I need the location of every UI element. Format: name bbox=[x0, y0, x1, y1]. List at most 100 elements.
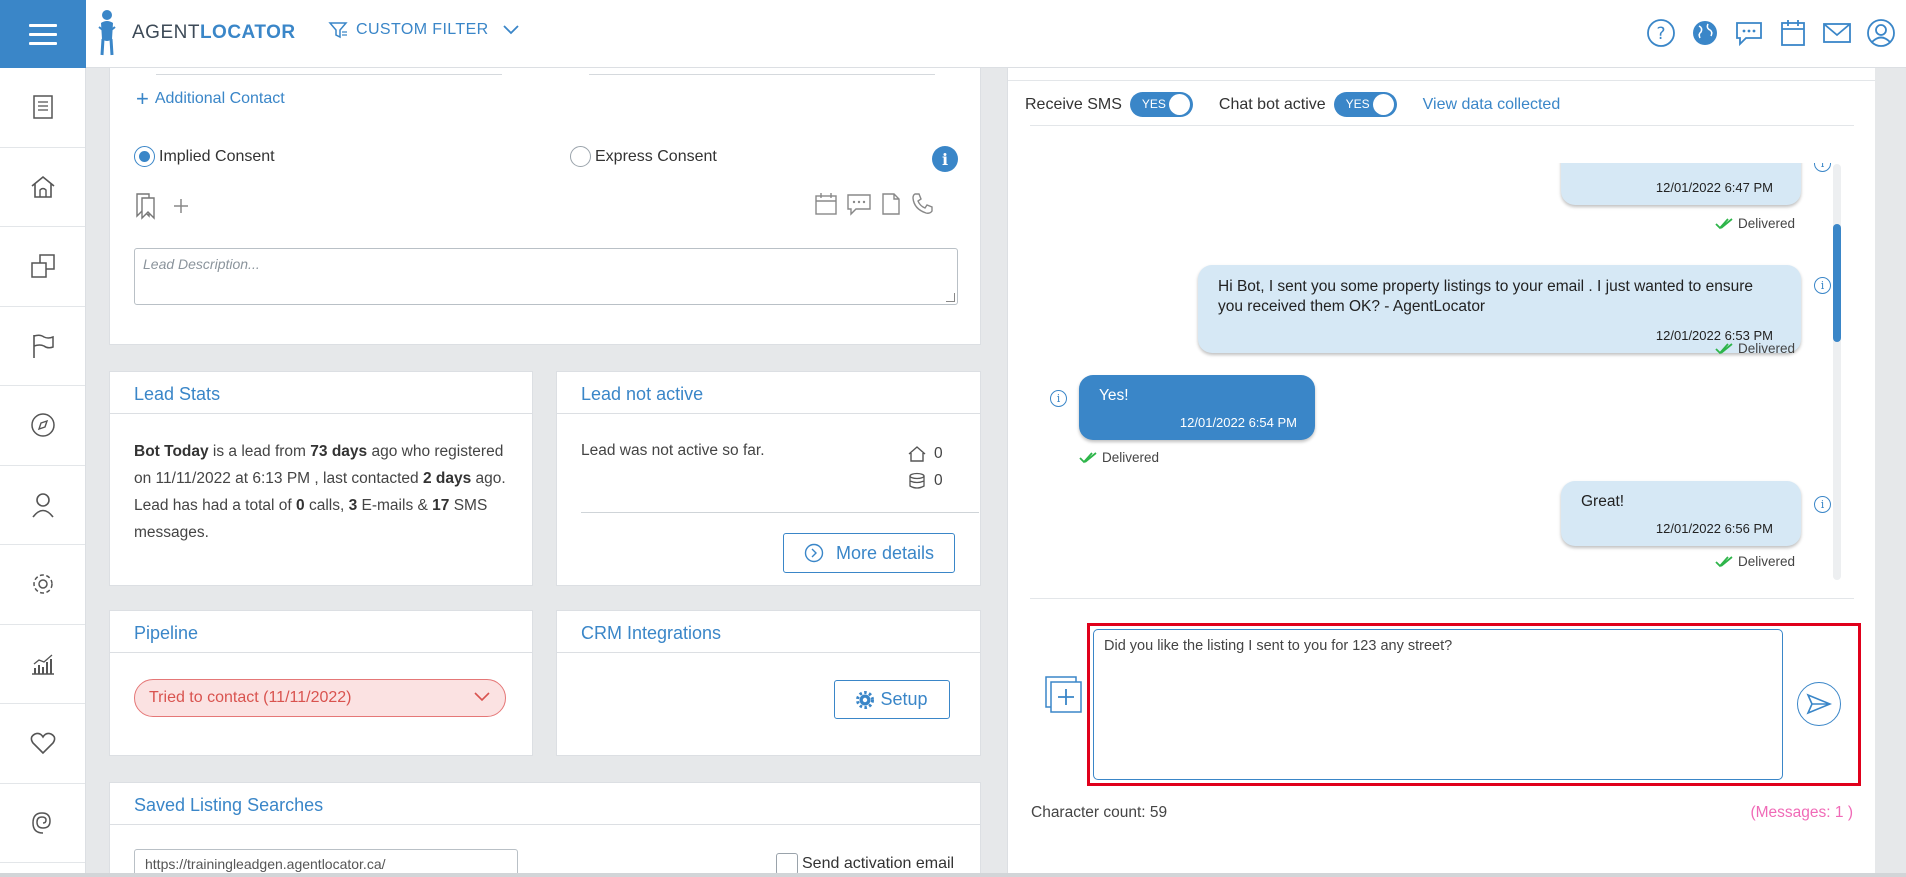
double-check-icon bbox=[1079, 451, 1097, 463]
custom-filter-label: CUSTOM FILTER bbox=[356, 21, 489, 38]
lead-stats-panel: Lead Stats Bot Today is a lead from 73 d… bbox=[109, 371, 533, 586]
attach-button[interactable] bbox=[1044, 675, 1084, 719]
sidebar-item-more[interactable] bbox=[0, 784, 85, 863]
plus-icon[interactable] bbox=[172, 197, 190, 215]
sidebar-item-documents[interactable] bbox=[0, 68, 85, 148]
delivered-status: Delivered bbox=[1715, 554, 1795, 569]
chat-settings-row: Receive SMS YES Chat bot active YES View… bbox=[1025, 92, 1560, 117]
tag-actions bbox=[134, 192, 190, 220]
chat-icon[interactable] bbox=[1734, 16, 1764, 50]
sms-chat-panel: Receive SMS YES Chat bot active YES View… bbox=[1007, 68, 1876, 877]
chat-bot-toggle[interactable]: YES bbox=[1333, 92, 1397, 117]
message-info-icon[interactable]: i bbox=[1814, 163, 1831, 172]
house-count: 0 bbox=[934, 445, 943, 462]
copy-icon bbox=[30, 254, 55, 278]
bottom-strip bbox=[0, 873, 1906, 877]
pipeline-stage-select[interactable]: Tried to contact (11/11/2022) bbox=[134, 679, 506, 717]
message-compose-input[interactable]: Did you like the listing I sent to you f… bbox=[1093, 629, 1783, 780]
divider bbox=[1030, 125, 1854, 126]
double-check-icon bbox=[1715, 217, 1733, 229]
divider bbox=[1008, 80, 1876, 81]
sidebar-item-explore[interactable] bbox=[0, 386, 85, 466]
calendar-icon[interactable] bbox=[814, 192, 838, 216]
message-bubble-outgoing: Hi Bot, I sent you some property listing… bbox=[1198, 265, 1801, 353]
sidebar-item-settings[interactable] bbox=[0, 545, 85, 625]
sms-icon[interactable] bbox=[846, 192, 872, 216]
checkbox-icon bbox=[776, 853, 798, 875]
send-button[interactable] bbox=[1797, 682, 1841, 726]
database-icon bbox=[909, 472, 925, 489]
file-icon[interactable] bbox=[880, 192, 902, 216]
sidebar-item-analytics[interactable] bbox=[0, 625, 85, 704]
pipeline-panel: Pipeline Tried to contact (11/11/2022) bbox=[109, 610, 533, 756]
svg-text:?: ? bbox=[1656, 24, 1665, 44]
scrollbar-thumb[interactable] bbox=[1833, 224, 1841, 342]
divider bbox=[581, 512, 979, 513]
crm-integrations-title: CRM Integrations bbox=[557, 611, 980, 653]
calendar-icon[interactable] bbox=[1778, 16, 1808, 50]
lead-description-input[interactable]: Lead Description... bbox=[134, 248, 958, 305]
sidebar-item-contacts[interactable] bbox=[0, 466, 85, 545]
lead-not-active-panel: Lead not active Lead was not active so f… bbox=[556, 371, 981, 586]
top-bar: AGENTLOCATOR CUSTOM FILTER ? bbox=[0, 0, 1906, 68]
user-icon[interactable] bbox=[1866, 16, 1896, 50]
implied-consent-radio[interactable]: Implied Consent bbox=[134, 146, 275, 167]
hamburger-menu-button[interactable] bbox=[0, 0, 86, 68]
express-consent-radio[interactable]: Express Consent bbox=[570, 146, 717, 167]
message-info-icon[interactable]: i bbox=[1814, 277, 1831, 294]
receive-sms-toggle[interactable]: YES bbox=[1129, 92, 1193, 117]
gear-icon bbox=[856, 690, 875, 709]
help-icon[interactable]: ? bbox=[1646, 16, 1676, 50]
document-icon bbox=[32, 95, 53, 119]
send-icon bbox=[1806, 693, 1832, 715]
message-info-icon[interactable]: i bbox=[1050, 390, 1067, 407]
sidebar-item-favorites[interactable] bbox=[0, 704, 85, 784]
additional-contact-link[interactable]: + Additional Contact bbox=[136, 88, 285, 110]
delivered-status: Delivered bbox=[1079, 450, 1159, 465]
chevron-down-icon bbox=[502, 25, 519, 35]
compass-icon bbox=[30, 413, 55, 437]
info-icon[interactable]: i bbox=[932, 146, 958, 172]
database-count: 0 bbox=[934, 472, 943, 489]
phone-icon[interactable] bbox=[910, 192, 934, 216]
divider bbox=[1030, 598, 1854, 599]
sidebar-item-home[interactable] bbox=[0, 148, 85, 227]
message-timestamp: 12/01/2022 6:56 PM bbox=[1655, 521, 1773, 536]
more-details-button[interactable]: More details bbox=[783, 533, 955, 573]
logo-text: AGENTLOCATOR bbox=[132, 22, 296, 43]
receive-sms-label: Receive SMS bbox=[1025, 95, 1122, 113]
input-underline bbox=[156, 74, 502, 75]
input-underline bbox=[589, 74, 935, 75]
add-attachment-icon bbox=[1045, 676, 1082, 713]
flag-icon bbox=[32, 334, 54, 358]
message-bubble-outgoing: Great! 12/01/2022 6:56 PM bbox=[1561, 481, 1801, 546]
send-activation-email-checkbox[interactable]: Send activation email bbox=[776, 853, 954, 875]
mail-icon[interactable] bbox=[1822, 16, 1852, 50]
sidebar-item-flags[interactable] bbox=[0, 307, 85, 386]
resize-handle-icon[interactable] bbox=[946, 293, 955, 302]
chevron-right-circle-icon bbox=[804, 543, 824, 563]
spiral-icon bbox=[31, 811, 51, 834]
message-scrollbar[interactable] bbox=[1833, 164, 1841, 580]
contact-panel: + Additional Contact Implied Consent Exp… bbox=[109, 68, 981, 345]
plus-icon: + bbox=[136, 86, 149, 111]
app-logo[interactable]: AGENTLOCATOR bbox=[96, 8, 296, 58]
settings-icon bbox=[32, 574, 53, 594]
character-count: Character count: 59 bbox=[1031, 804, 1168, 821]
bookmark-add-icon[interactable] bbox=[134, 192, 160, 220]
setup-button[interactable]: Setup bbox=[834, 680, 950, 719]
lead-not-active-text: Lead was not active so far. bbox=[581, 442, 765, 459]
lead-not-active-title: Lead not active bbox=[557, 372, 980, 414]
message-info-icon[interactable]: i bbox=[1814, 496, 1831, 513]
custom-filter-dropdown[interactable]: CUSTOM FILTER bbox=[328, 20, 527, 40]
message-thread: 12/01/2022 6:47 PM i Delivered Hi Bot, I… bbox=[1030, 163, 1850, 583]
lead-stats-text: Bot Today is a lead from 73 days ago who… bbox=[134, 443, 506, 541]
logo-figure-icon bbox=[98, 10, 116, 56]
radio-unchecked-icon bbox=[570, 146, 591, 167]
view-data-collected-link[interactable]: View data collected bbox=[1423, 96, 1561, 114]
sidebar-item-listings[interactable] bbox=[0, 227, 85, 307]
globe-icon[interactable] bbox=[1690, 16, 1720, 50]
saved-listing-searches-panel: Saved Listing Searches https://trainingl… bbox=[109, 782, 981, 877]
delivered-status: Delivered bbox=[1715, 341, 1795, 356]
radio-checked-icon bbox=[134, 146, 155, 167]
